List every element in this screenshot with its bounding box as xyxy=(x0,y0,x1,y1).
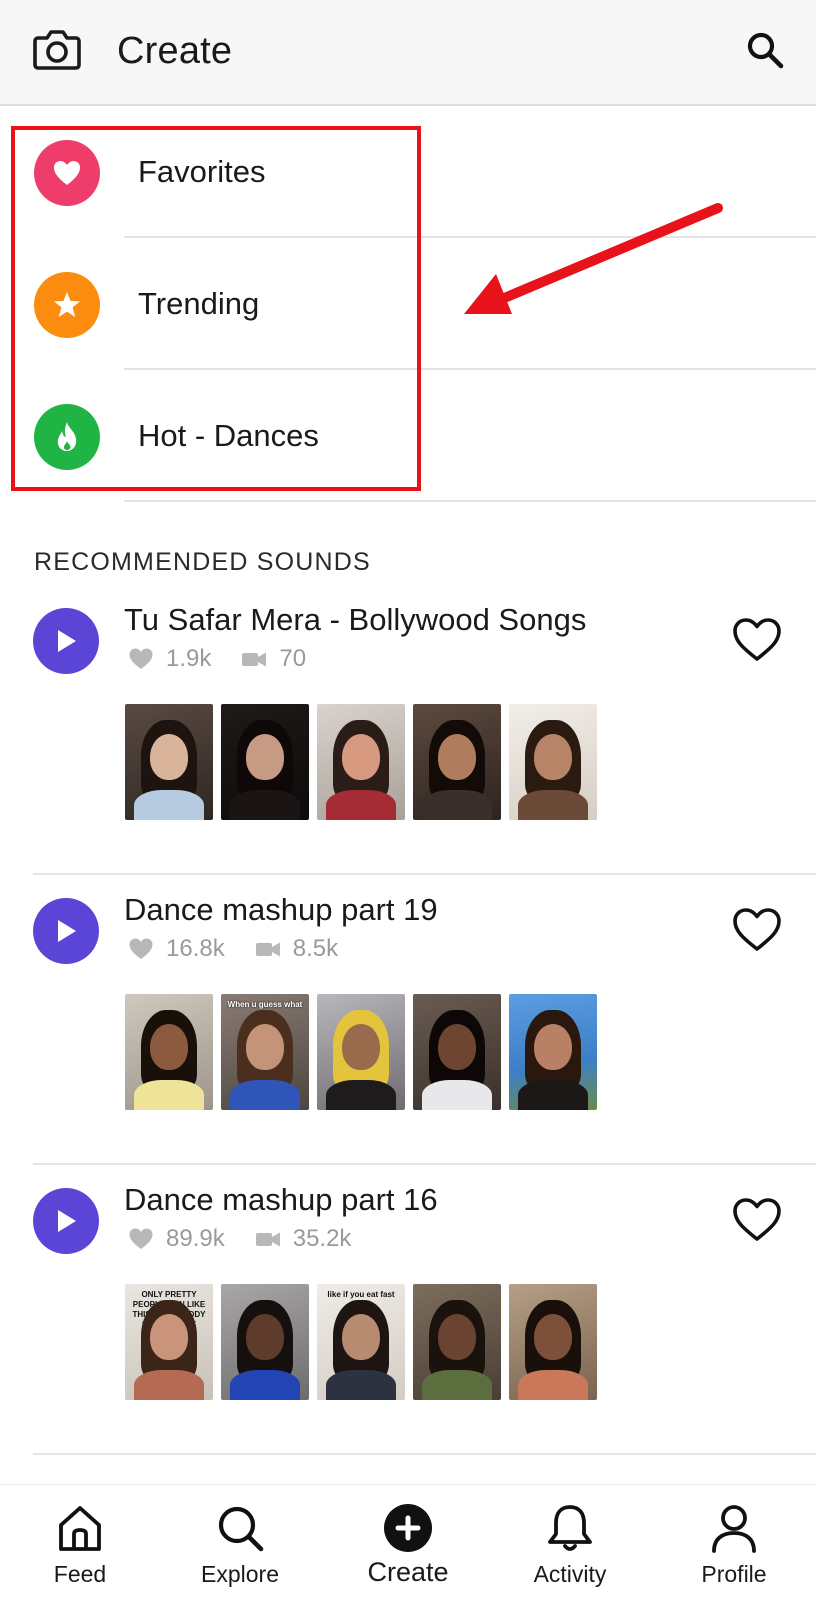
highlight-annotation-box xyxy=(11,126,421,491)
video-thumbnail[interactable] xyxy=(221,1284,309,1400)
videos-count: 8.5k xyxy=(292,935,339,962)
video-thumbnail[interactable] xyxy=(509,994,597,1110)
video-thumbnail[interactable] xyxy=(317,704,405,820)
video-thumbnail[interactable] xyxy=(509,1284,597,1400)
videos-count: 70 xyxy=(279,645,307,672)
video-thumbnail[interactable] xyxy=(125,704,213,820)
video-thumbnails: When u guess what I got xyxy=(125,994,597,1110)
video-thumbnail[interactable] xyxy=(221,704,309,820)
video-thumbnail[interactable] xyxy=(413,994,501,1110)
sound-stats: 1.9k 70 xyxy=(128,644,336,674)
favorite-heart-icon[interactable] xyxy=(731,906,783,954)
sound-title[interactable]: Dance mashup part 16 xyxy=(124,1182,438,1218)
likes-count: 16.8k xyxy=(166,935,225,962)
sound-title[interactable]: Tu Safar Mera - Bollywood Songs xyxy=(124,602,586,638)
plus-circle-icon xyxy=(384,1504,432,1552)
video-thumbnail[interactable]: When u guess what I got xyxy=(221,994,309,1110)
tab-create[interactable]: Create xyxy=(348,1485,468,1600)
page-title: Create xyxy=(117,30,233,72)
sound-stats: 16.8k 8.5k xyxy=(128,934,368,964)
bell-icon xyxy=(548,1505,592,1551)
video-camera-icon xyxy=(255,942,280,957)
video-thumbnail[interactable] xyxy=(317,994,405,1110)
tab-label: Feed xyxy=(53,1561,107,1587)
heart-icon xyxy=(129,938,153,959)
section-title: RECOMMENDED SOUNDS xyxy=(34,548,371,576)
favorite-heart-icon[interactable] xyxy=(731,616,783,664)
search-icon[interactable] xyxy=(745,30,785,70)
heart-icon xyxy=(129,648,153,669)
tab-profile[interactable]: Profile xyxy=(674,1485,794,1600)
tab-label: Profile xyxy=(701,1561,767,1587)
heart-icon xyxy=(129,1228,153,1249)
favorite-heart-icon[interactable] xyxy=(731,1196,783,1244)
video-thumbnail[interactable] xyxy=(125,994,213,1110)
divider xyxy=(33,1453,816,1455)
likes-count: 1.9k xyxy=(166,645,212,672)
play-button[interactable] xyxy=(33,608,99,674)
video-thumbnail[interactable] xyxy=(509,704,597,820)
app-header: Create xyxy=(0,0,816,106)
likes-count: 89.9k xyxy=(166,1225,225,1252)
videos-count: 35.2k xyxy=(292,1225,352,1252)
search-icon xyxy=(218,1506,264,1552)
video-thumbnail[interactable]: like if you eat fast food xyxy=(317,1284,405,1400)
home-icon xyxy=(59,1506,101,1551)
sound-item[interactable]: Tu Safar Mera - Bollywood Songs 1.9k 70 xyxy=(0,580,816,875)
sound-title[interactable]: Dance mashup part 19 xyxy=(124,892,438,928)
bottom-tab-bar: Feed Explore Create Activity Profile xyxy=(0,1484,816,1600)
tab-activity[interactable]: Activity xyxy=(510,1485,630,1600)
sound-item[interactable]: Dance mashup part 16 89.9k 35.2k ONLY PR… xyxy=(0,1160,816,1455)
video-camera-icon xyxy=(242,652,267,667)
divider xyxy=(124,500,816,502)
tab-explore[interactable]: Explore xyxy=(180,1485,300,1600)
play-button[interactable] xyxy=(33,898,99,964)
video-thumbnails xyxy=(125,704,597,820)
tab-label: Explore xyxy=(201,1561,279,1587)
video-thumbnails: ONLY PRETTY PEOPLE CAN LIKE THIS! EVERYB… xyxy=(125,1284,597,1400)
sound-stats: 89.9k 35.2k xyxy=(128,1224,381,1254)
tab-feed[interactable]: Feed xyxy=(20,1485,140,1600)
video-thumbnail[interactable] xyxy=(413,704,501,820)
play-button[interactable] xyxy=(33,1188,99,1254)
tab-label: Create xyxy=(367,1557,449,1587)
tab-label: Activity xyxy=(533,1561,607,1587)
sound-item[interactable]: Dance mashup part 19 16.8k 8.5k When u g… xyxy=(0,870,816,1165)
video-thumbnail[interactable] xyxy=(413,1284,501,1400)
person-icon xyxy=(712,1505,756,1553)
annotation-arrow-icon xyxy=(464,203,723,314)
video-camera-icon xyxy=(255,1232,280,1247)
camera-icon[interactable] xyxy=(32,26,82,72)
video-thumbnail[interactable]: ONLY PRETTY PEOPLE CAN LIKE THIS! EVERYB… xyxy=(125,1284,213,1400)
